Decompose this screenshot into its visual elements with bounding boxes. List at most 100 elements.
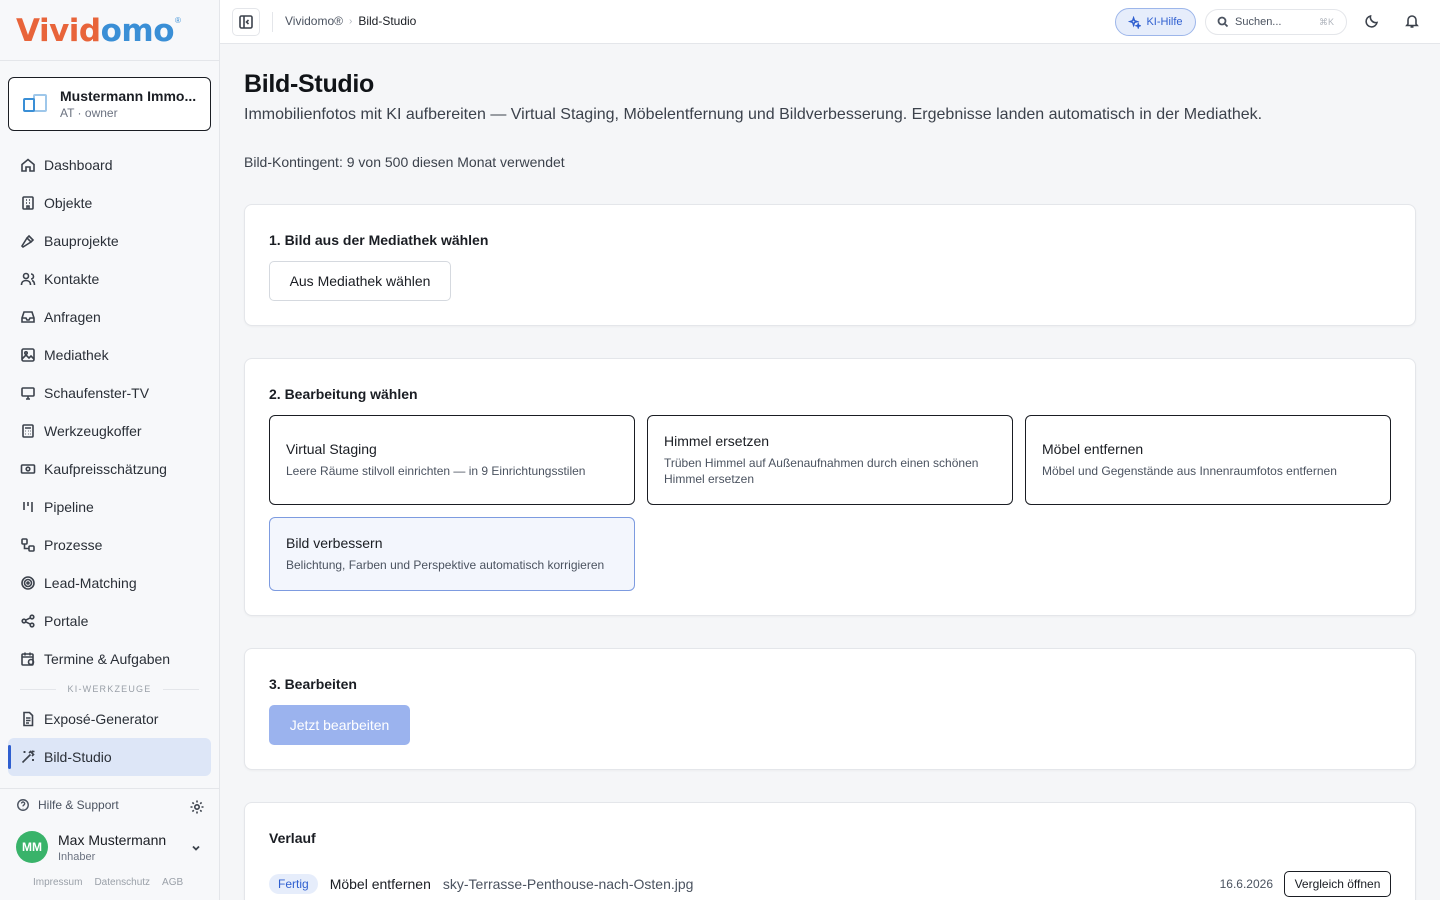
sidebar-item-expose-generator[interactable]: Exposé-Generator [8, 700, 211, 738]
share-icon [20, 613, 36, 629]
sidebar-item-label: Kontakte [44, 271, 100, 287]
vividomo-logo[interactable]: Vividomo ® [16, 13, 181, 49]
search-shortcut: ⌘K [1318, 16, 1334, 27]
help-support-link[interactable]: Hilfe & Support [16, 798, 119, 812]
page-description: Immobilienfotos mit KI aufbereiten — Vir… [244, 106, 1263, 123]
file-text-icon [20, 711, 36, 727]
sidebar-item-kaufpreisschaetzung[interactable]: Kaufpreisschätzung [8, 450, 211, 488]
kanban-icon [20, 499, 36, 515]
topbar: Vividomo® › Bild-Studio KI-Hilfe Suchen.… [220, 0, 1440, 44]
building-icon [20, 195, 36, 211]
sidebar-item-label: Werkzeugkoffer [44, 423, 142, 439]
search-placeholder: Suchen... [1235, 16, 1282, 28]
sidebar-item-label: Bauprojekte [44, 233, 119, 249]
ki-hilfe-label: KI-Hilfe [1146, 16, 1183, 28]
open-comparison-button[interactable]: Vergleich öffnen [1284, 871, 1391, 897]
search-icon [1217, 16, 1229, 28]
avatar: MM [16, 831, 48, 863]
sidebar-item-label: Lead-Matching [44, 575, 137, 591]
monitor-icon [20, 385, 36, 401]
divider [0, 60, 219, 61]
workflow-icon [20, 537, 36, 553]
breadcrumb-separator: › [348, 15, 353, 27]
org-switcher[interactable]: Mustermann Immo... AT · owner [8, 77, 211, 131]
sidebar-item-pipeline[interactable]: Pipeline [8, 488, 211, 526]
ki-hilfe-button[interactable]: KI-Hilfe [1115, 8, 1196, 36]
history-filename: sky-Terrasse-Penthouse-nach-Osten.jpg [442, 876, 694, 892]
target-icon [20, 575, 36, 591]
home-icon [20, 157, 36, 173]
step1-card: 1. Bild aus der Mediathek wählen Aus Med… [244, 204, 1416, 326]
history-title: Verlauf [269, 830, 316, 846]
option-title: Himmel ersetzen [664, 433, 770, 449]
calendar-clock-icon [20, 651, 36, 667]
option-description: Belichtung, Farben und Perspektive autom… [286, 558, 605, 572]
users-icon [20, 271, 36, 287]
sidebar-item-bild-studio[interactable]: Bild-Studio [8, 738, 211, 776]
option-bild-verbessern[interactable]: Bild verbessern Belichtung, Farben und P… [269, 517, 635, 591]
bell-icon[interactable] [1404, 13, 1420, 29]
sidebar-item-prozesse[interactable]: Prozesse [8, 526, 211, 564]
history-edit-type: Möbel entfernen [329, 876, 431, 892]
breadcrumb: Vividomo® › Bild-Studio [285, 14, 416, 28]
banknote-icon [20, 461, 36, 477]
impressum-link[interactable]: Impressum [33, 877, 82, 888]
panel-left-icon [239, 15, 253, 29]
option-himmel-ersetzen[interactable]: Himmel ersetzen Trüben Himmel auf Außena… [647, 415, 1013, 505]
history-date: 16.6.2026 [1219, 877, 1273, 891]
gear-icon[interactable] [189, 799, 205, 815]
option-description: Leere Räume stilvoll einrichten — in 9 E… [286, 464, 586, 478]
sidebar-toggle-button[interactable] [232, 8, 260, 36]
divider [0, 788, 219, 789]
search-input[interactable]: Suchen... ⌘K [1205, 9, 1347, 35]
help-circle-icon [17, 799, 29, 811]
sidebar-item-label: Dashboard [44, 157, 113, 173]
history-row: Fertig Möbel entfernen sky-Terrasse-Pent… [269, 871, 1391, 897]
step2-title: 2. Bearbeitung wählen [269, 386, 418, 402]
sidebar-item-label: Portale [44, 613, 89, 629]
option-moebel-entfernen[interactable]: Möbel entfernen Möbel und Gegenstände au… [1025, 415, 1391, 505]
sidebar-item-label: Termine & Aufgaben [44, 651, 171, 667]
sidebar-item-label: Exposé-Generator [44, 711, 159, 727]
breadcrumb-current: Bild-Studio [358, 14, 417, 28]
breadcrumb-root[interactable]: Vividomo® [285, 14, 343, 28]
wand-icon [20, 749, 36, 765]
sidebar-item-label: Schaufenster-TV [44, 385, 150, 401]
agb-link[interactable]: AGB [162, 877, 183, 888]
divider [272, 12, 273, 32]
sidebar-item-mediathek[interactable]: Mediathek [8, 336, 211, 374]
nav-section-ki-werkzeuge: KI-WERKZEUGE [8, 678, 211, 700]
sidebar-item-objekte[interactable]: Objekte [8, 184, 211, 222]
calculator-icon [20, 423, 36, 439]
quota-text: Bild-Kontingent: 9 von 500 diesen Monat … [244, 154, 565, 170]
sidebar-item-dashboard[interactable]: Dashboard [8, 146, 211, 184]
sidebar-item-lead-matching[interactable]: Lead-Matching [8, 564, 211, 602]
choose-from-library-button[interactable]: Aus Mediathek wählen [269, 261, 451, 301]
history-card: Verlauf Fertig Möbel entfernen sky-Terra… [244, 802, 1416, 900]
sidebar-item-kontakte[interactable]: Kontakte [8, 260, 211, 298]
moon-icon[interactable] [1364, 13, 1380, 29]
option-title: Bild verbessern [286, 535, 383, 551]
datenschutz-link[interactable]: Datenschutz [94, 877, 150, 888]
image-icon [20, 347, 36, 363]
sidebar-item-schaufenster-tv[interactable]: Schaufenster-TV [8, 374, 211, 412]
step3-card: 3. Bearbeiten Jetzt bearbeiten [244, 648, 1416, 770]
step2-card: 2. Bearbeitung wählen Virtual Staging Le… [244, 358, 1416, 616]
sidebar-item-label: Prozesse [44, 537, 103, 553]
option-description: Möbel und Gegenstände aus Innenraumfotos… [1042, 464, 1337, 478]
sidebar-item-label: Anfragen [44, 309, 101, 325]
option-virtual-staging[interactable]: Virtual Staging Leere Räume stilvoll ein… [269, 415, 635, 505]
sidebar-item-bauprojekte[interactable]: Bauprojekte [8, 222, 211, 260]
sidebar-item-label: Objekte [44, 195, 93, 211]
sidebar-item-anfragen[interactable]: Anfragen [8, 298, 211, 336]
process-now-button[interactable]: Jetzt bearbeiten [269, 705, 410, 745]
user-menu[interactable]: MM Max Mustermann Inhaber [16, 831, 206, 863]
sidebar-item-termine-aufgaben[interactable]: Termine & Aufgaben [8, 640, 211, 678]
sidebar-item-portale[interactable]: Portale [8, 602, 211, 640]
option-description: Trüben Himmel auf Außenaufnahmen durch e… [664, 456, 979, 486]
sidebar-nav: Dashboard Objekte Bauprojekte Kontakte A… [8, 146, 211, 776]
step3-title: 3. Bearbeiten [269, 676, 357, 692]
main-content: Bild-Studio Immobilienfotos mit KI aufbe… [220, 44, 1440, 900]
sidebar-item-werkzeugkoffer[interactable]: Werkzeugkoffer [8, 412, 211, 450]
sidebar-item-label: Kaufpreisschätzung [44, 461, 167, 477]
